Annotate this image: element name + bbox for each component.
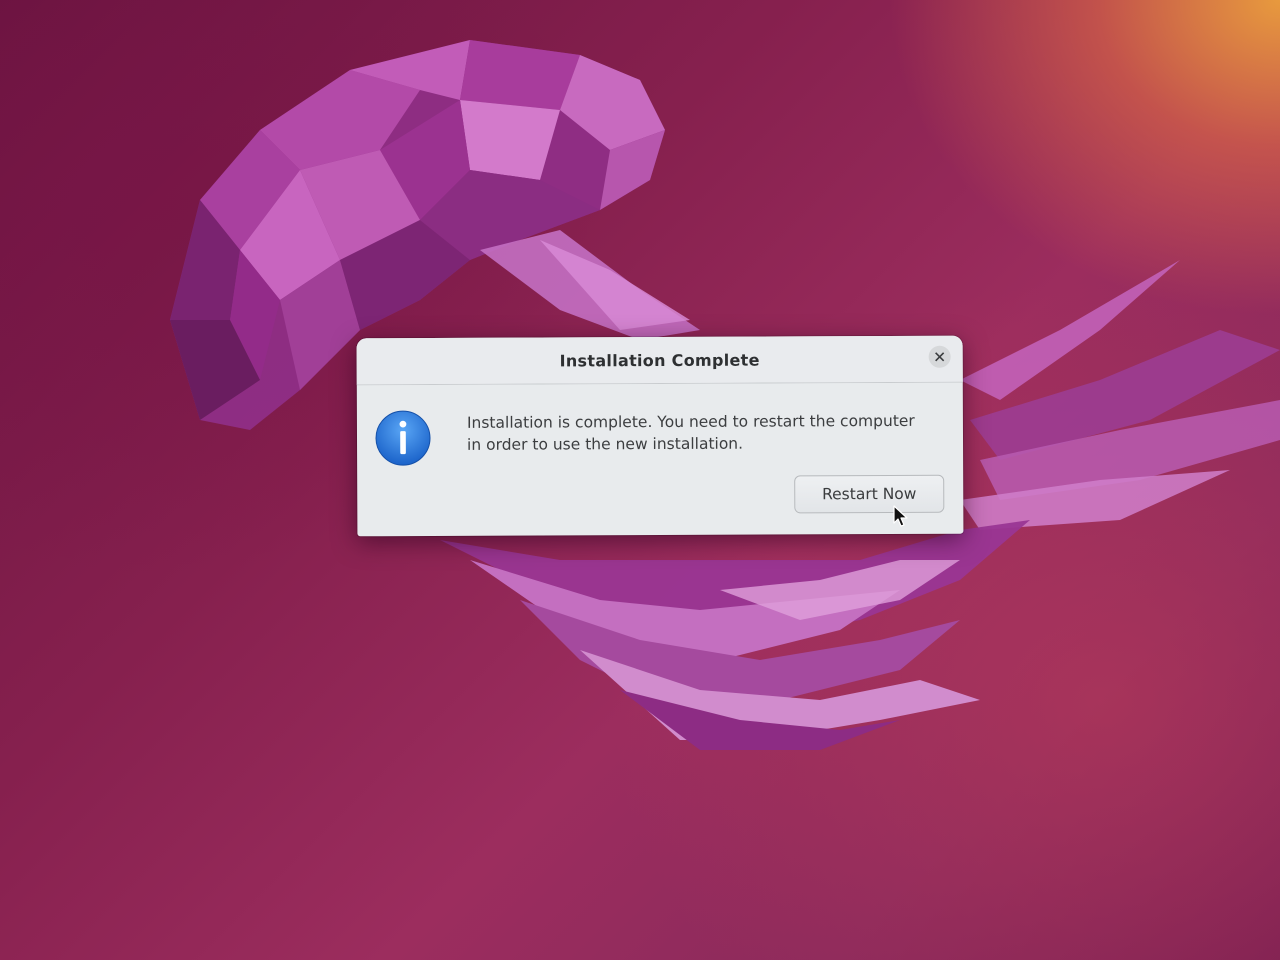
message-line-1: Installation is complete. You need to re… — [466, 411, 915, 432]
dialog-title: Installation Complete — [559, 350, 760, 371]
message-line-2: in order to use the new installation. — [466, 434, 744, 454]
close-button[interactable] — [928, 345, 951, 368]
installation-complete-dialog: Installation Complete Installation is co… — [356, 335, 964, 537]
info-icon — [375, 410, 431, 466]
desktop: Installation Complete Installation is co… — [0, 0, 1280, 960]
close-icon — [935, 352, 945, 362]
dialog-titlebar: Installation Complete — [356, 335, 963, 386]
restart-now-button[interactable]: Restart Now — [794, 474, 945, 514]
mouse-pointer-icon — [893, 505, 908, 527]
dialog-message: Installation is complete. You need to re… — [467, 410, 947, 456]
